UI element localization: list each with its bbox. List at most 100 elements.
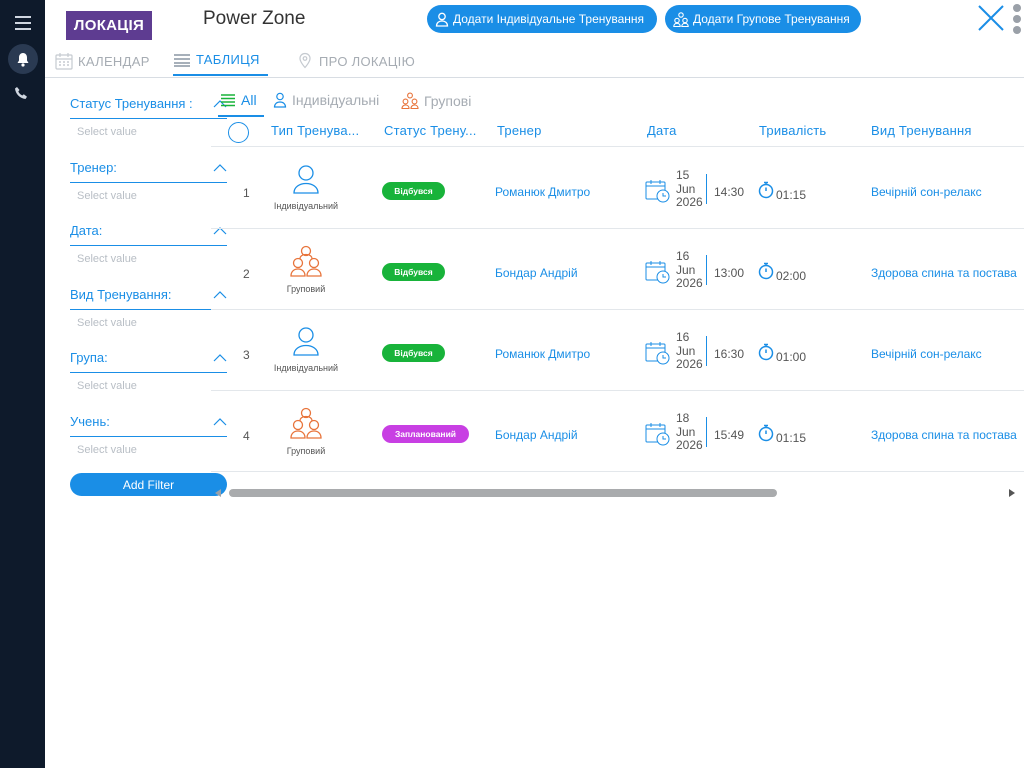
filter-student: Учень: Select value [70,406,228,470]
filter-date-header[interactable]: Дата: [70,223,227,246]
filter-training-kind-select[interactable]: Select value [77,317,137,329]
toggle-individual-label: Індивідуальні [292,92,380,108]
trainer-link[interactable]: Бондар Андрій [495,266,578,280]
close-icon[interactable] [977,4,1005,32]
filter-group-label: Група: [70,350,108,365]
training-type: Груповий [271,245,341,294]
group-icon [290,245,322,277]
time-value: 15:49 [714,428,745,442]
left-rail [0,0,45,768]
scrollbar-thumb[interactable] [229,489,777,497]
status-badge: Відбувся [382,344,445,362]
column-date[interactable]: Дата [647,123,677,138]
add-individual-training-button[interactable]: Додати Індивідуальне Тренування [427,5,657,33]
page-title: Power Zone [203,8,306,29]
horizontal-scrollbar[interactable] [211,486,1024,500]
toggle-all[interactable]: All [220,92,257,108]
tab-table[interactable]: ТАБЛИЦЯ [173,52,260,67]
date-value: 15 Jun 2026 [676,168,703,210]
trainer-link[interactable]: Романюк Дмитро [495,185,590,199]
filter-trainer-select[interactable]: Select value [77,190,137,202]
phone-icon[interactable] [14,86,30,102]
filter-trainer-label: Тренер: [70,159,117,175]
date-divider [706,336,707,366]
table-row[interactable]: 2 Груповий Відбувся Бондар Андрій 16 Jun 2… [211,229,1024,310]
tab-calendar[interactable]: КАЛЕНДАР [55,52,150,70]
view-tabs: КАЛЕНДАР ТАБЛИЦЯ ПРО ЛОКАЦІЮ [45,42,1024,78]
add-filter-button[interactable]: Add Filter [70,473,227,496]
add-group-training-button[interactable]: Додати Групове Тренування [665,5,861,33]
filter-group-header[interactable]: Група: [70,350,227,373]
time-value: 16:30 [714,347,745,361]
toggle-group[interactable]: Групові [401,92,471,109]
training-kind-link[interactable]: Здорова спина та постава [871,266,1017,280]
training-type: Груповий [271,407,341,456]
date-month: Jun [676,262,696,277]
filter-student-select[interactable]: Select value [77,444,137,456]
more-options-icon[interactable] [1013,4,1023,37]
list-icon [174,53,190,67]
training-type: Індивідуальний [271,164,341,211]
table-row[interactable]: 3 Індивідуальний Відбувся Романюк Дмитро… [211,310,1024,391]
date-divider [706,255,707,285]
filter-group-select[interactable]: Select value [77,380,137,392]
person-icon [273,92,287,108]
training-kind-link[interactable]: Вечірній сон-релакс [871,347,982,361]
column-duration[interactable]: Тривалість [759,123,826,138]
table-row[interactable]: 1 Індивідуальний Відбувся Романюк Дмитро… [211,148,1024,229]
date-month: Jun [676,424,696,439]
scroll-right-arrow-icon[interactable] [1009,489,1015,497]
filter-status: Статус Тренування : Select value [70,88,228,152]
date-value: 18 Jun 2026 [676,411,703,453]
calendar-clock-icon [645,423,670,446]
column-trainer[interactable]: Тренер [497,123,542,138]
tab-about-location[interactable]: ПРО ЛОКАЦІЮ [296,52,415,70]
filter-training-kind-header[interactable]: Вид Тренування: [70,287,227,310]
date-year: 2026 [676,357,703,371]
notifications-icon[interactable] [8,44,38,74]
filter-student-header[interactable]: Учень: [70,414,227,437]
toggle-individual[interactable]: Індивідуальні [273,92,379,108]
filter-group: Група: Select value [70,342,228,406]
table-row[interactable]: 4 Груповий Запланований Бондар Андрій 18… [211,391,1024,472]
filter-status-select[interactable]: Select value [77,126,137,138]
time-value: 14:30 [714,185,745,199]
group-icon [290,407,322,439]
date-value: 16 Jun 2026 [676,330,703,372]
date-year: 2026 [676,276,703,290]
column-type[interactable]: Тип Тренува... [271,123,359,138]
filter-status-label: Статус Тренування : [70,96,193,111]
trainer-link[interactable]: Бондар Андрій [495,428,578,442]
person-icon [435,12,449,27]
filter-status-header[interactable]: Статус Тренування : [70,96,227,119]
select-all-checkbox[interactable] [228,122,249,143]
location-badge: ЛОКАЦІЯ [66,11,152,40]
row-number: 2 [243,267,250,281]
filter-trainer-header[interactable]: Тренер: [70,160,227,183]
person-icon [293,327,319,356]
trainer-link[interactable]: Романюк Дмитро [495,347,590,361]
training-kind-link[interactable]: Вечірній сон-релакс [871,185,982,199]
date-day: 18 [676,411,690,425]
column-status[interactable]: Статус Трену... [384,123,477,138]
duration-value: 02:00 [776,269,807,283]
row-number: 4 [243,429,250,443]
training-type-label: Груповий [286,284,326,294]
filter-training-kind-label: Вид Тренування: [70,286,172,302]
date-divider [706,417,707,447]
training-type-label: Груповий [286,446,326,456]
filter-date-select[interactable]: Select value [77,253,137,265]
column-kind[interactable]: Вид Тренування [871,123,972,138]
stopwatch-icon [758,181,774,199]
calendar-icon [55,53,73,70]
filter-date: Дата: Select value [70,215,228,279]
active-tab-indicator [173,74,268,76]
row-number: 3 [243,348,250,362]
filter-trainer: Тренер: Select value [70,152,228,216]
menu-icon[interactable] [15,16,31,30]
training-kind-link[interactable]: Здорова спина та постава [871,428,1017,442]
trainings-table: Тип Тренува... Статус Трену... Тренер Да… [211,117,1024,473]
scroll-left-arrow-icon[interactable] [215,489,221,497]
calendar-clock-icon [645,261,670,284]
status-badge: Відбувся [382,263,445,281]
